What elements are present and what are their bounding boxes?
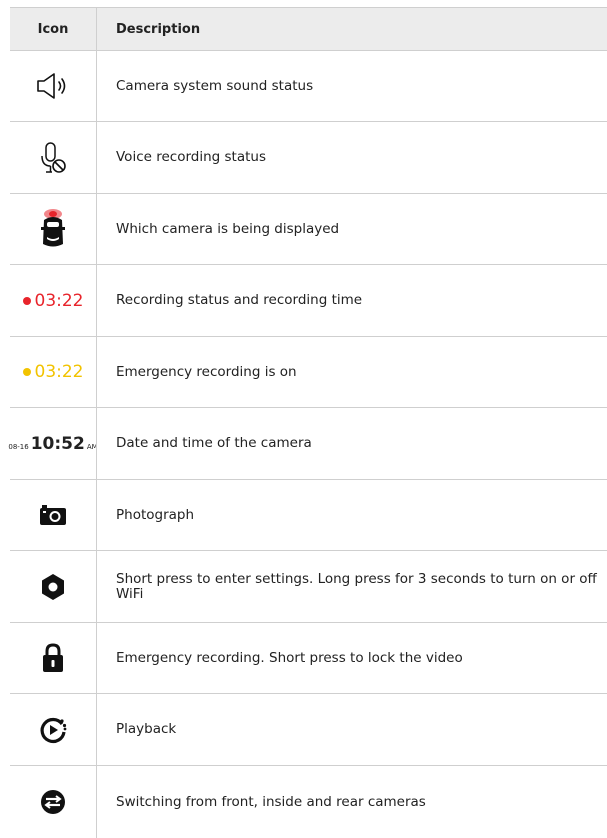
column-divider	[96, 766, 97, 838]
emergency-dot-icon	[22, 368, 31, 376]
row-description: Camera system sound status	[116, 77, 314, 94]
icon-cell	[10, 480, 96, 550]
icon-cell	[10, 623, 96, 693]
gear-icon	[42, 573, 64, 600]
header-description: Description	[116, 21, 201, 37]
icon-cell	[10, 694, 96, 765]
column-divider	[96, 694, 97, 765]
recording-dot-icon	[22, 296, 31, 305]
header-icon: Icon	[37, 21, 69, 37]
playback-icon	[40, 717, 67, 743]
icon-cell: 03:22	[10, 337, 96, 407]
column-divider	[96, 337, 97, 407]
table-row: Playback	[10, 694, 607, 766]
column-divider	[96, 265, 97, 336]
row-description: Voice recording status	[116, 149, 266, 165]
table-row: Camera system sound status	[10, 51, 607, 122]
icon-cell: 08-16 10:52 AM	[8, 408, 97, 479]
emergency-time: 03:22	[34, 362, 84, 382]
table-row: 08-16 10:52 AM Date and time of the came…	[8, 408, 607, 480]
row-description: Recording status and recording time	[116, 292, 363, 308]
row-description: Emergency recording. Short press to lock…	[116, 649, 463, 666]
icon-table: Icon Description Camera system sound sta…	[8, 7, 607, 838]
date-time-display: 08-16 10:52 AM	[8, 434, 97, 454]
camera-icon	[40, 505, 66, 525]
column-divider	[96, 8, 97, 50]
table-row: Which camera is being displayed	[10, 194, 607, 265]
icon-cell: 03:22	[10, 265, 96, 336]
row-description: Playback	[116, 721, 177, 737]
emergency-time-indicator: 03:22	[22, 362, 84, 382]
lock-icon	[43, 643, 63, 672]
date-text: 08-16	[8, 442, 29, 451]
car-camera-view-icon	[41, 209, 65, 247]
column-divider	[96, 623, 97, 693]
speaker-icon	[37, 73, 66, 99]
column-divider	[96, 122, 97, 193]
row-description: Short press to enter settings. Long pres…	[116, 570, 597, 602]
row-description: Switching from front, inside and rear ca…	[116, 793, 426, 810]
icon-cell	[10, 122, 96, 193]
column-divider	[96, 51, 97, 121]
table-row: Short press to enter settings. Long pres…	[10, 551, 607, 623]
recording-time: 03:22	[34, 290, 84, 311]
table-row: 03:22 Recording status and recording tim…	[10, 265, 607, 337]
table-row: Voice recording status	[10, 122, 607, 194]
row-description: Date and time of the camera	[116, 435, 312, 451]
clock-time: 10:52	[30, 433, 85, 454]
icon-cell	[10, 766, 96, 838]
table-row: Switching from front, inside and rear ca…	[10, 766, 607, 838]
row-description: Which camera is being displayed	[116, 220, 340, 237]
recording-time-indicator: 03:22	[22, 290, 84, 311]
switch-camera-icon	[41, 790, 65, 814]
table-row: Emergency recording. Short press to lock…	[10, 623, 607, 694]
table-row: Photograph	[10, 480, 607, 551]
column-divider	[96, 551, 97, 622]
icon-cell	[10, 194, 96, 264]
table-row: 03:22 Emergency recording is on	[10, 337, 607, 408]
row-description: Photograph	[116, 506, 195, 523]
column-divider	[96, 194, 97, 264]
column-divider	[96, 408, 97, 479]
table-header: Icon Description	[10, 8, 607, 51]
microphone-muted-icon	[41, 141, 66, 173]
icon-cell	[10, 551, 96, 622]
row-description: Emergency recording is on	[116, 363, 297, 380]
column-divider	[96, 480, 97, 550]
icon-cell	[10, 51, 96, 121]
